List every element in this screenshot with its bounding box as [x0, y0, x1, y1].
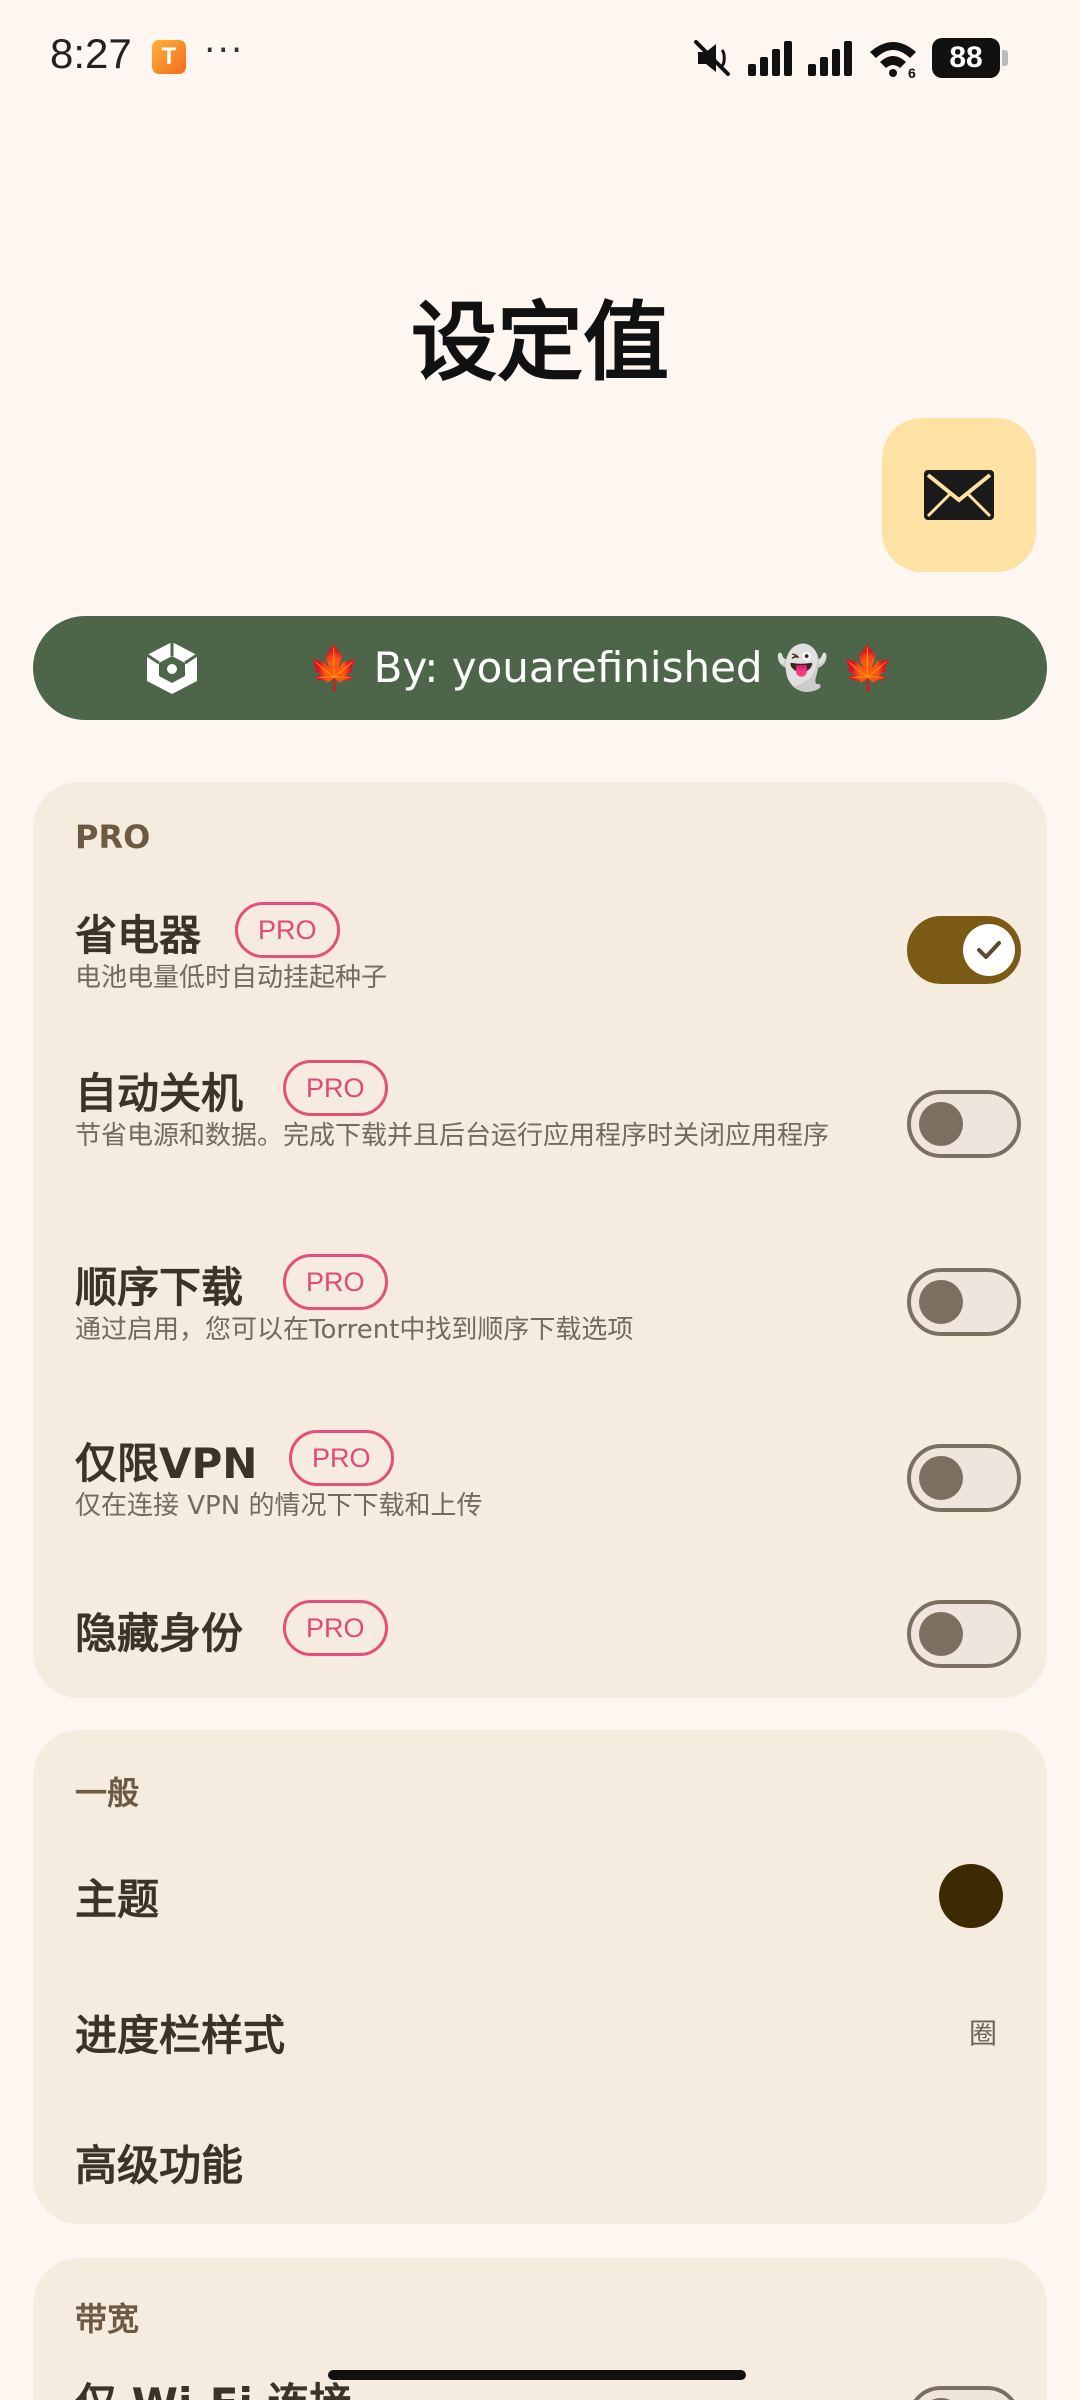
- battery-cap: [1002, 50, 1008, 66]
- signal-icon: [808, 41, 852, 76]
- status-icons: 6 88: [692, 36, 1008, 80]
- mail-icon: [924, 470, 994, 520]
- setting-subtitle: 仅在连接 VPN 的情况下下载和上传: [75, 1491, 483, 1521]
- battery-saver-toggle[interactable]: [907, 916, 1021, 984]
- wifi-icon: 6: [870, 42, 916, 78]
- setting-title: 省电器: [75, 911, 202, 960]
- author-banner[interactable]: 🍁 By: youarefinished 👻 🍁: [33, 616, 1047, 720]
- setting-row-battery-saver[interactable]: 省电器 PRO 电池电量低时自动挂起种子: [33, 902, 1047, 1022]
- setting-title: 仅限VPN: [75, 1439, 258, 1488]
- toggle-knob: [919, 1612, 963, 1656]
- sequential-download-toggle[interactable]: [907, 1268, 1021, 1336]
- pro-section-card: PRO 省电器 PRO 电池电量低时自动挂起种子 自动关机 PRO 节省电源和数…: [33, 782, 1047, 1698]
- wifi-label: 6: [908, 65, 916, 78]
- section-title-pro: PRO: [75, 818, 151, 856]
- status-time: 8:27: [50, 30, 132, 77]
- section-title-general: 一般: [75, 1774, 140, 1812]
- theme-color-swatch[interactable]: [939, 1864, 1003, 1928]
- status-bar: 8:27 T ··· 6 88: [0, 0, 1080, 116]
- pro-badge: PRO: [235, 902, 340, 958]
- box-logo-icon: [146, 642, 198, 694]
- mute-icon: [694, 40, 730, 76]
- section-title-bandwidth: 带宽: [75, 2300, 140, 2338]
- toggle-knob: [919, 1280, 963, 1324]
- pro-badge: PRO: [283, 1254, 388, 1310]
- setting-row-progress-style[interactable]: 进度栏样式 圈: [33, 1982, 1047, 2082]
- setting-value: 圈: [969, 2017, 998, 2050]
- auto-shutdown-toggle[interactable]: [907, 1090, 1021, 1158]
- setting-subtitle: 节省电源和数据。完成下载并且后台运行应用程序时关闭应用程序: [75, 1121, 830, 1151]
- more-notifications-icon: ···: [204, 30, 245, 71]
- setting-title: 仅 Wi-Fi 连接: [75, 2370, 352, 2400]
- setting-title: 顺序下载: [75, 1263, 244, 1312]
- pro-badge: PRO: [289, 1430, 394, 1486]
- setting-title: 自动关机: [75, 1069, 244, 1118]
- setting-title: 进度栏样式: [75, 2011, 286, 2060]
- home-indicator[interactable]: [328, 2370, 746, 2380]
- wifi-only-toggle[interactable]: [907, 2386, 1021, 2400]
- general-section-card: 一般 主题 进度栏样式 圈 高级功能: [33, 1730, 1047, 2224]
- hide-identity-toggle[interactable]: [907, 1600, 1021, 1668]
- setting-row-sequential-download[interactable]: 顺序下载 PRO 通过启用，您可以在Torrent中找到顺序下载选项: [33, 1254, 1047, 1374]
- pro-badge: PRO: [283, 1600, 388, 1656]
- toggle-knob: [963, 924, 1015, 976]
- signal-icon: [748, 41, 792, 76]
- pro-badge: PRO: [283, 1060, 388, 1116]
- setting-row-advanced[interactable]: 高级功能: [33, 2112, 1047, 2212]
- page-title: 设定值: [411, 293, 669, 393]
- setting-row-theme[interactable]: 主题: [33, 1846, 1047, 1946]
- setting-subtitle: 通过启用，您可以在Torrent中找到顺序下载选项: [75, 1315, 634, 1345]
- banner-text: 🍁 By: youarefinished 👻 🍁: [308, 643, 894, 692]
- toggle-knob: [919, 1102, 963, 1146]
- mail-button[interactable]: [882, 418, 1036, 572]
- setting-row-hide-identity[interactable]: 隐藏身份 PRO: [33, 1600, 1047, 1670]
- battery-level: 88: [932, 38, 1000, 78]
- toggle-knob: [919, 1456, 963, 1500]
- vpn-only-toggle[interactable]: [907, 1444, 1021, 1512]
- setting-title: 隐藏身份: [75, 1609, 244, 1658]
- setting-title: 高级功能: [75, 2141, 244, 2190]
- app-notification-icon: T: [152, 40, 186, 74]
- battery-indicator: 88: [932, 38, 1008, 78]
- setting-row-auto-shutdown[interactable]: 自动关机 PRO 节省电源和数据。完成下载并且后台运行应用程序时关闭应用程序: [33, 1060, 1047, 1200]
- setting-title: 主题: [75, 1875, 160, 1924]
- check-icon: [977, 941, 1001, 959]
- setting-row-vpn-only[interactable]: 仅限VPN PRO 仅在连接 VPN 的情况下下载和上传: [33, 1430, 1047, 1550]
- setting-subtitle: 电池电量低时自动挂起种子: [75, 963, 388, 993]
